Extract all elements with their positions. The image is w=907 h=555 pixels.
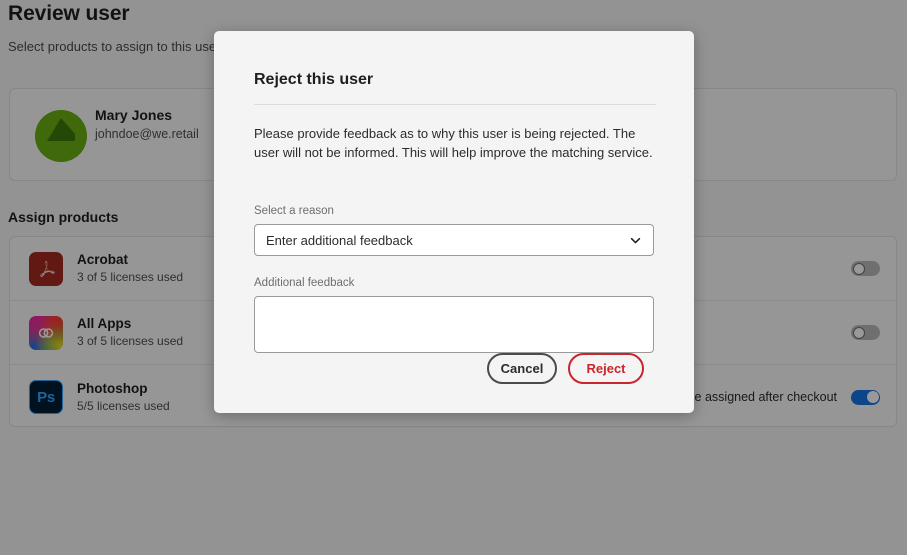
dialog-divider — [254, 104, 656, 105]
dialog-title: Reject this user — [254, 71, 374, 88]
cancel-button[interactable]: Cancel — [487, 353, 557, 384]
reject-user-dialog: Reject this user Please provide feedback… — [214, 31, 694, 413]
additional-feedback-label: Additional feedback — [254, 277, 355, 289]
app-root: Review user Select products to assign to… — [0, 0, 907, 555]
reason-label: Select a reason — [254, 205, 334, 217]
reason-select-value: Enter additional feedback — [266, 232, 413, 248]
chevron-down-icon — [629, 234, 642, 247]
reason-select[interactable]: Enter additional feedback — [254, 224, 654, 256]
dialog-reject-button[interactable]: Reject — [568, 353, 644, 384]
additional-feedback-input[interactable] — [254, 296, 654, 353]
dialog-body-text: Please provide feedback as to why this u… — [254, 126, 653, 160]
reason-select-wrap: Enter additional feedback — [254, 224, 654, 256]
